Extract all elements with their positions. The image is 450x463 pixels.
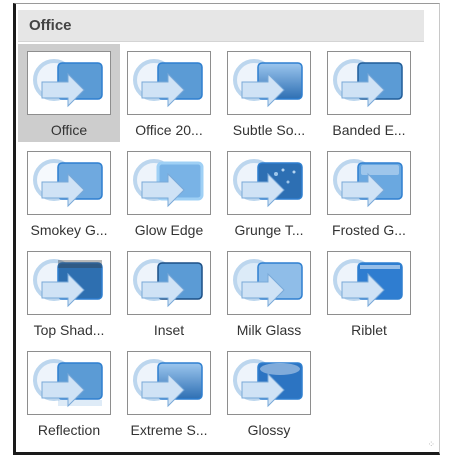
- gallery-item[interactable]: Glow Edge: [118, 144, 220, 242]
- gallery-item-label: Grunge T...: [234, 222, 304, 238]
- style-preview-icon: [27, 251, 111, 315]
- gallery-item[interactable]: Reflection: [18, 344, 120, 442]
- gallery-item[interactable]: Subtle So...: [218, 44, 320, 142]
- style-preview-icon: [227, 151, 311, 215]
- gallery-item-label: Riblet: [351, 322, 387, 338]
- gallery-item[interactable]: Inset: [118, 244, 220, 342]
- gallery-item-label: Office 20...: [135, 122, 203, 138]
- gallery-item[interactable]: Smokey G...: [18, 144, 120, 242]
- gallery-item[interactable]: Glossy: [218, 344, 320, 442]
- style-preview-icon: [127, 51, 211, 115]
- gallery-item[interactable]: Office 20...: [118, 44, 220, 142]
- gallery-item[interactable]: Banded E...: [318, 44, 420, 142]
- style-preview-icon: [127, 351, 211, 415]
- gallery-item[interactable]: Top Shad...: [18, 244, 120, 342]
- gallery-item-label: Subtle So...: [232, 122, 306, 138]
- gallery-item-label: Office: [50, 122, 88, 138]
- gallery-item-label: Extreme S...: [130, 422, 208, 438]
- style-preview-icon: [27, 151, 111, 215]
- gallery-item[interactable]: Frosted G...: [318, 144, 420, 242]
- smartart-style-gallery: Office Office Office 20... Subtle So... Ban…: [13, 3, 440, 455]
- resize-grip-icon[interactable]: ⁘: [427, 440, 435, 449]
- gallery-item-label: Frosted G...: [332, 222, 406, 238]
- style-preview-icon: [327, 251, 411, 315]
- gallery-item[interactable]: Riblet: [318, 244, 420, 342]
- style-preview-icon: [227, 351, 311, 415]
- gallery-item[interactable]: Milk Glass: [218, 244, 320, 342]
- style-preview-icon: [227, 251, 311, 315]
- style-preview-icon: [127, 251, 211, 315]
- style-preview-icon: [127, 151, 211, 215]
- style-preview-icon: [27, 51, 111, 115]
- gallery-item-label: Milk Glass: [236, 322, 302, 338]
- section-title: Office: [29, 17, 72, 34]
- gallery-item[interactable]: Office: [18, 44, 120, 142]
- gallery-item-label: Top Shad...: [33, 322, 105, 338]
- style-preview-icon: [327, 51, 411, 115]
- gallery-item[interactable]: Extreme S...: [118, 344, 220, 442]
- gallery-item-label: Smokey G...: [30, 222, 108, 238]
- gallery-section-header: Office: [18, 10, 424, 42]
- gallery-item[interactable]: Grunge T...: [218, 144, 320, 242]
- gallery-item-label: Reflection: [37, 422, 101, 438]
- gallery-item-label: Glossy: [247, 422, 291, 438]
- style-preview-icon: [27, 351, 111, 415]
- style-preview-icon: [227, 51, 311, 115]
- style-preview-icon: [327, 151, 411, 215]
- gallery-item-label: Banded E...: [332, 122, 406, 138]
- gallery-item-label: Glow Edge: [134, 222, 204, 238]
- gallery-item-label: Inset: [153, 322, 185, 338]
